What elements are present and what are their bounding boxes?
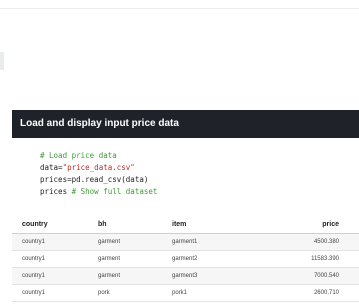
cell-country: country1: [22, 239, 46, 245]
header-country: country: [22, 221, 48, 228]
code-statement: prices=pd.read_csv(data): [40, 175, 149, 184]
code-assignment: data=: [40, 163, 63, 172]
code-comment: # Load price data: [40, 151, 117, 160]
code-string: "price_data.csv": [62, 163, 135, 172]
code-line-2: data="price_data.csv": [40, 162, 340, 174]
table-row: country1 garment garment1 4500.380: [12, 234, 359, 251]
cell-price: 4500.380: [313, 239, 339, 245]
cell-country: country1: [22, 290, 46, 296]
notebook-page: Load and display input price data # Load…: [0, 0, 359, 308]
cell-country: country1: [22, 273, 46, 279]
table-row: country1 garment garment3 7000.540: [12, 268, 359, 285]
code-cell[interactable]: # Load price data data="price_data.csv" …: [40, 150, 340, 198]
cell-item: pork1: [172, 290, 188, 296]
cell-item: garment2: [172, 256, 198, 262]
table-row: country1 pork pork1 2600.710: [12, 285, 359, 302]
header-bh: bh: [98, 221, 107, 228]
output-dataframe-table: country bh item price country1 garment g…: [12, 216, 359, 302]
table-row: country1 garment garment2 11583.390: [12, 251, 359, 268]
cell-item: garment3: [172, 273, 198, 279]
code-line-4: prices # Show full dataset: [40, 186, 340, 198]
cell-bh: garment: [98, 239, 121, 245]
cell-item: garment1: [172, 239, 198, 245]
top-toolbar-strip: [0, 0, 359, 9]
code-line-3: prices=pd.read_csv(data): [40, 174, 340, 186]
cell-bh: pork: [98, 290, 110, 296]
code-line-1: # Load price data: [40, 150, 340, 162]
header-price: price: [322, 221, 339, 228]
sidebar-marker: [0, 52, 4, 70]
cell-price: 2600.710: [313, 290, 339, 296]
cell-price: 11583.390: [311, 256, 339, 262]
table-header-row: country bh item price: [12, 216, 359, 234]
cell-country: country1: [22, 256, 46, 262]
markdown-cell-heading: Load and display input price data: [12, 110, 359, 138]
cell-bh: garment: [98, 273, 121, 279]
cell-bh: garment: [98, 256, 121, 262]
cell-price: 7000.540: [313, 273, 339, 279]
code-comment: # Show full dataset: [71, 187, 158, 196]
code-expression: prices: [40, 187, 72, 196]
header-item: item: [172, 221, 187, 228]
